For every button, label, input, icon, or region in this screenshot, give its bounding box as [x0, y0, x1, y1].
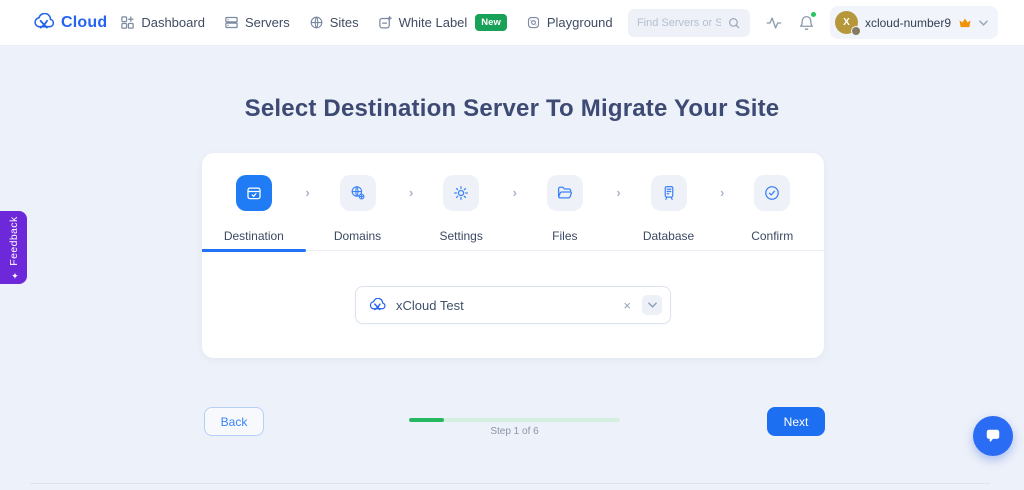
- global-search[interactable]: [628, 9, 750, 37]
- step-domains[interactable]: Domains ›: [306, 175, 410, 243]
- select-chevron-button[interactable]: [642, 295, 662, 315]
- step-label: Domains: [334, 229, 381, 243]
- progress-bar: [409, 418, 620, 422]
- nav-item-playground[interactable]: Playground: [526, 15, 613, 30]
- nav-label: Servers: [245, 15, 290, 30]
- user-name: xcloud-number9: [865, 16, 951, 30]
- nav-label: White Label: [399, 15, 468, 30]
- crown-icon: [958, 17, 972, 29]
- progress-fill: [409, 418, 444, 422]
- chat-widget-button[interactable]: [973, 416, 1013, 456]
- sites-globe-icon: [309, 15, 324, 30]
- active-step-underline: [202, 249, 306, 252]
- sparkle-icon: ✦: [9, 269, 19, 279]
- xcloud-logo-icon: [368, 298, 387, 313]
- playground-icon: [526, 15, 541, 30]
- step-label: Files: [552, 229, 577, 243]
- confirm-check-circle-icon: [754, 175, 790, 211]
- migration-wizard-card: Destination › Domains ›: [202, 153, 824, 358]
- notification-dot: [810, 11, 817, 18]
- main-nav: Dashboard Servers Sites: [120, 14, 612, 31]
- bottom-divider: [30, 483, 990, 484]
- search-input[interactable]: [637, 17, 721, 29]
- step-destination[interactable]: Destination ›: [202, 175, 306, 243]
- avatar: X: [835, 11, 858, 34]
- nav-label: Sites: [330, 15, 359, 30]
- step-label: Confirm: [751, 229, 793, 243]
- progress-step-label: Step 1 of 6: [409, 426, 620, 437]
- step-settings[interactable]: Settings ›: [409, 175, 513, 243]
- notifications-bell-icon[interactable]: [798, 14, 815, 32]
- database-server-icon: [651, 175, 687, 211]
- destination-box-check-icon: [236, 175, 272, 211]
- new-badge: New: [475, 14, 507, 31]
- next-button[interactable]: Next: [767, 407, 825, 436]
- step-files[interactable]: Files ›: [513, 175, 617, 243]
- brand-name: Cloud: [61, 14, 107, 32]
- search-icon: [727, 16, 741, 30]
- back-button[interactable]: Back: [204, 407, 264, 436]
- avatar-sub-badge: [851, 26, 861, 36]
- chat-bubble-icon: [983, 426, 1003, 446]
- user-menu[interactable]: X xcloud-number9: [830, 6, 998, 39]
- white-label-icon: [378, 15, 393, 30]
- files-folder-icon: [547, 175, 583, 211]
- page-title: Select Destination Server To Migrate You…: [0, 95, 1024, 123]
- top-navbar: Cloud Dashboard Servers: [0, 0, 1024, 46]
- brand-logo[interactable]: Cloud: [32, 13, 107, 32]
- avatar-initial: X: [843, 17, 850, 28]
- chevron-down-icon: [979, 20, 988, 26]
- servers-icon: [224, 15, 239, 30]
- nav-item-sites[interactable]: Sites: [309, 15, 359, 30]
- activity-icon[interactable]: [765, 14, 783, 32]
- nav-item-white-label[interactable]: White Label New: [378, 14, 507, 31]
- clear-icon[interactable]: ×: [621, 297, 633, 314]
- nav-item-dashboard[interactable]: Dashboard: [120, 15, 205, 30]
- domains-globe-gear-icon: [340, 175, 376, 211]
- nav-label: Playground: [547, 15, 613, 30]
- step-label: Database: [643, 229, 694, 243]
- destination-server-select[interactable]: xCloud Test ×: [355, 286, 671, 324]
- wizard-stepper: Destination › Domains ›: [202, 153, 824, 243]
- feedback-label: Feedback: [8, 216, 20, 265]
- step-confirm[interactable]: Confirm: [720, 175, 824, 243]
- step-label: Settings: [440, 229, 483, 243]
- dashboard-icon: [120, 15, 135, 30]
- feedback-button[interactable]: ✦ Feedback: [0, 211, 27, 284]
- header-right-group: X xcloud-number9: [628, 6, 998, 39]
- selected-server-value: xCloud Test: [396, 298, 464, 313]
- step-label: Destination: [224, 229, 284, 243]
- nav-item-servers[interactable]: Servers: [224, 15, 290, 30]
- step-database[interactable]: Database ›: [617, 175, 721, 243]
- nav-label: Dashboard: [141, 15, 205, 30]
- xcloud-logo-icon: [32, 13, 56, 32]
- settings-gear-icon: [443, 175, 479, 211]
